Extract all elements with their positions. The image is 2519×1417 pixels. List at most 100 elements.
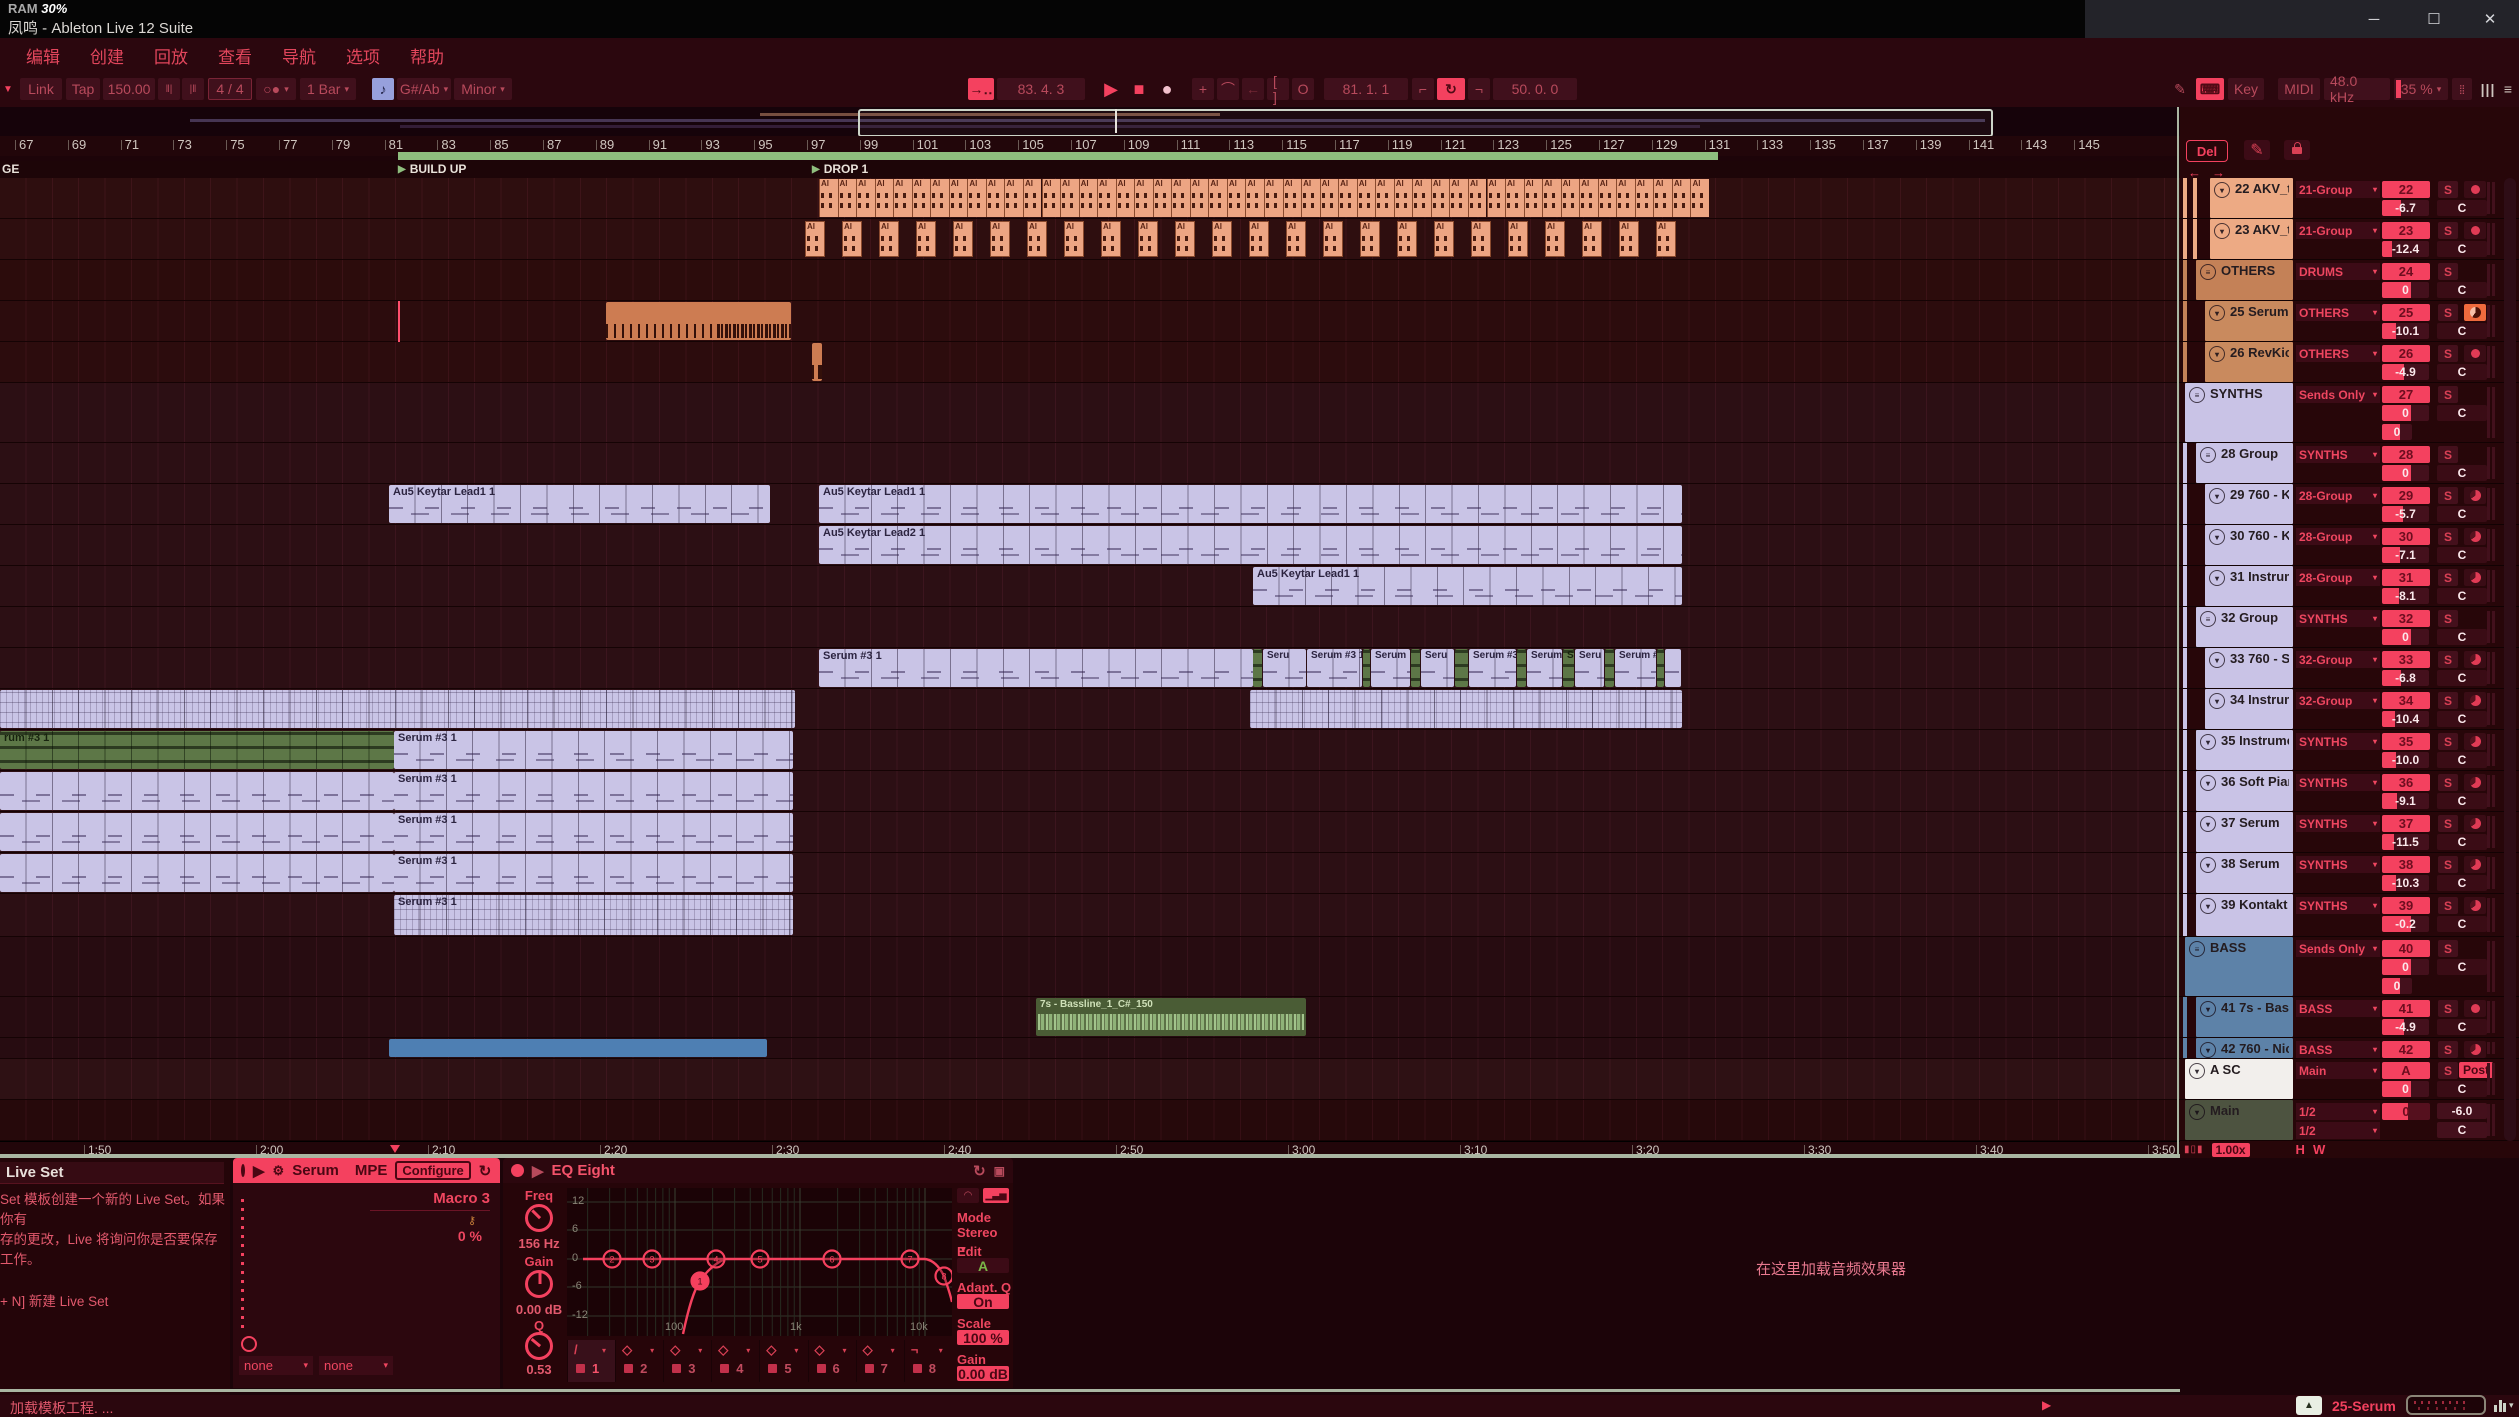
arrangement-lanes[interactable]: Au5 Keytar Lead1 1Au5 Keytar Lead1 1Au5 …	[0, 178, 2180, 1141]
chevron-down-icon[interactable]: ▾	[602, 1346, 606, 1355]
serum-device-titlebar[interactable]: ▶ ⚙ Serum MPE Configure ↻ ▣	[233, 1158, 500, 1183]
lane-main[interactable]	[0, 1100, 2180, 1141]
track-number-badge[interactable]: 24	[2382, 263, 2430, 280]
track-row-bass[interactable]: ≡BASSSends Only▾40S0C0	[2180, 937, 2519, 997]
zoom-width-button[interactable]: W	[2313, 1142, 2325, 1157]
track-fold-icon[interactable]: ▾	[2200, 816, 2216, 832]
vertical-scrollbar[interactable]	[2504, 178, 2516, 1141]
pan-control[interactable]: C	[2437, 959, 2487, 975]
clip[interactable]: Al	[1635, 179, 1654, 217]
play-button[interactable]: ▶	[1098, 78, 1124, 100]
solo-button[interactable]: S	[2438, 897, 2458, 914]
solo-button[interactable]: S	[2438, 733, 2458, 750]
clip[interactable]: Al	[1582, 221, 1602, 257]
clip[interactable]: Al	[1431, 179, 1450, 217]
clip[interactable]: Al	[949, 179, 968, 217]
group-fold-icon[interactable]: ≡	[2189, 387, 2205, 403]
clip[interactable]: Al	[1208, 179, 1227, 217]
clip[interactable]	[0, 854, 394, 892]
track-number-badge[interactable]: 42	[2382, 1041, 2430, 1058]
track-fold-icon[interactable]: ▾	[2209, 488, 2225, 504]
filter-type-icon[interactable]: ◇	[815, 1342, 825, 1358]
track-name[interactable]: ▾38 Serum	[2196, 853, 2293, 893]
lane-others[interactable]	[0, 260, 2180, 301]
routing-select[interactable]: DRUMS▾	[2296, 263, 2380, 280]
volume-field[interactable]: -8.1	[2382, 588, 2429, 604]
cpu-meter[interactable]: 35 %▾	[2394, 78, 2448, 100]
clip[interactable]: Al	[1397, 221, 1417, 257]
clip[interactable]	[0, 690, 795, 728]
clip[interactable]: Al	[1060, 179, 1079, 217]
clip[interactable]: Al	[916, 221, 936, 257]
track-fold-icon[interactable]: ▾	[2209, 305, 2225, 321]
configure-button[interactable]: Configure	[395, 1161, 470, 1180]
scale-value[interactable]: 100 %	[957, 1330, 1009, 1345]
solo-button[interactable]: S	[2438, 1041, 2458, 1058]
eq-band-8[interactable]: ¬▾8	[904, 1340, 952, 1382]
routing-select[interactable]: SYNTHS▾	[2296, 815, 2380, 832]
locator-row[interactable]: GE▶BUILD UP▶DROP 1	[0, 161, 2180, 179]
track-number-badge[interactable]: 30	[2382, 528, 2430, 545]
track-fold-icon[interactable]: ▾	[2200, 734, 2216, 750]
track-name[interactable]: ▾37 Serum	[2196, 812, 2293, 852]
track-fold-icon[interactable]: ▾	[2200, 1042, 2216, 1058]
locator[interactable]: ▶DROP 1	[812, 162, 868, 176]
clip[interactable]: Al	[1153, 179, 1172, 217]
solo-button[interactable]: S	[2438, 181, 2458, 198]
clip[interactable]: Au5 Keytar Lead1 1	[819, 485, 1682, 523]
eq-band-6[interactable]: ◇▾6	[808, 1340, 856, 1382]
clip[interactable]	[1363, 649, 1370, 687]
clip[interactable]: Al	[1545, 221, 1565, 257]
clip[interactable]: Al	[1079, 179, 1098, 217]
close-button[interactable]: ✕	[2461, 0, 2519, 38]
send-field[interactable]: 0	[2382, 978, 2412, 994]
routing-select[interactable]: 32-Group▾	[2296, 651, 2380, 668]
track-row-22[interactable]: ▾22 AKV_ttk_21-Group▾22S-6.7C	[2180, 178, 2519, 219]
arm-button[interactable]	[2464, 733, 2486, 750]
clip[interactable]: Al	[1320, 179, 1339, 217]
group-fold-icon[interactable]: ≡	[2200, 264, 2216, 280]
q-value[interactable]: 0.53	[509, 1362, 569, 1377]
output-meter-icon[interactable]	[2494, 1398, 2506, 1412]
track-name[interactable]: ≡SYNTHS	[2185, 383, 2293, 442]
chevron-down-icon[interactable]: ▾	[891, 1346, 895, 1355]
track-fold-icon[interactable]: ▾	[2214, 182, 2230, 198]
track-number-badge[interactable]: 28	[2382, 446, 2430, 463]
volume-field[interactable]: -6.7	[2382, 200, 2429, 216]
menu-item-2[interactable]: 回放	[146, 41, 196, 70]
loop-length-field[interactable]: 50. 0. 0	[1493, 78, 1577, 100]
clip[interactable]: Al	[1212, 221, 1232, 257]
clip[interactable]: Al	[1653, 179, 1672, 217]
filter-type-icon[interactable]: ◇	[766, 1342, 776, 1358]
track-fold-icon[interactable]: ▾	[2200, 775, 2216, 791]
track-number-badge[interactable]: 35	[2382, 733, 2430, 750]
clip[interactable]: Serum #3 1	[394, 772, 793, 810]
clip[interactable]: Al	[1004, 179, 1023, 217]
clip[interactable]: Al	[967, 179, 986, 217]
track-fold-icon[interactable]: ▾	[2200, 857, 2216, 873]
routing-select[interactable]: SYNTHS▾	[2296, 856, 2380, 873]
pan-control[interactable]: C	[2437, 1122, 2487, 1138]
arrangement-overview[interactable]	[0, 107, 2180, 137]
audition-headphone-icon[interactable]: ◠	[957, 1188, 979, 1203]
band-enable-checkbox[interactable]	[720, 1364, 729, 1373]
eq-device-titlebar[interactable]: ▶ EQ Eight ↻ ▣	[503, 1158, 1013, 1183]
arm-button[interactable]	[2464, 856, 2486, 873]
track-row-38[interactable]: ▾38 SerumSYNTHS▾38S-10.3C	[2180, 853, 2519, 894]
track-number-badge[interactable]: 36	[2382, 774, 2430, 791]
solo-button[interactable]: S	[2438, 610, 2458, 627]
clip[interactable]	[812, 343, 822, 381]
track-name[interactable]: ▾26 RevKick	[2205, 342, 2293, 382]
arm-button[interactable]	[2464, 528, 2486, 545]
draw-icon[interactable]: ✎	[2244, 140, 2270, 160]
track-name[interactable]: ▾29 760 - Keyta	[2205, 484, 2293, 524]
pan-control[interactable]: C	[2437, 1081, 2487, 1097]
track-row-33[interactable]: ▾33 760 - Super32-Group▾33S-6.8C	[2180, 648, 2519, 689]
filter-type-icon[interactable]: ◇	[670, 1342, 680, 1358]
minimize-button[interactable]: ─	[2345, 0, 2403, 38]
draw-mode-icon[interactable]: ✎	[2168, 78, 2192, 100]
clip[interactable]: Al	[856, 179, 875, 217]
clip[interactable]	[1605, 649, 1614, 687]
zoom-level[interactable]: 1.00x	[2212, 1143, 2250, 1157]
track-fold-icon[interactable]: ▾	[2200, 1001, 2216, 1017]
